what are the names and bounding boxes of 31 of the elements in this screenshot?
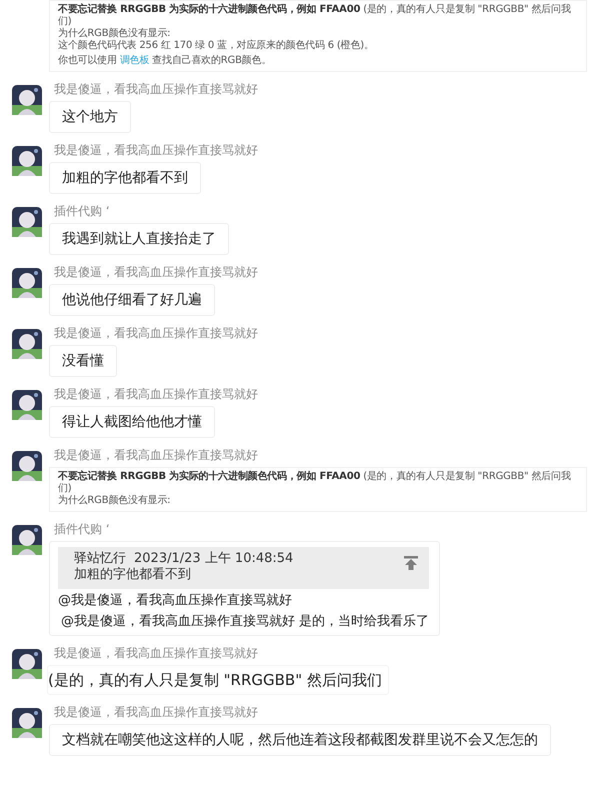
screenshot-text: 不要忘记替换 RRGGBB 为实际的十六进制颜色代码，例如 FFAA00 (是的，真的有人只是复制 "RRGGBB" 然后问我们) (58, 4, 572, 28)
screenshot-text: 这个颜色代码代表 256 红 170 绿 0 蓝，对应原来的颜色代码 6 (橙色)。 (58, 40, 375, 52)
sender-name: 我是傻逼，看我高血压操作直接骂就好 (54, 264, 258, 280)
jump-to-top-icon[interactable] (403, 555, 420, 571)
sender-name: 我是傻逼，看我高血压操作直接骂就好 (54, 704, 258, 720)
quote-text: 加粗的字他都看不到 (74, 567, 192, 583)
quote-time: 2023/1/23 上午 10:48:54 (134, 551, 294, 567)
screenshot-text: 为什么RGB颜色没有显示: (58, 495, 172, 507)
sender-name: 我是傻逼，看我高血压操作直接骂就好 (54, 645, 258, 661)
sender-name: 我是傻逼，看我高血压操作直接骂就好 (54, 447, 258, 463)
message-bubble: 文档就在嘲笑他这这样的人呢，然后他连着这段都截图发群里说不会又怎怎的 (49, 724, 551, 756)
sender-name: 我是傻逼，看我高血压操作直接骂就好 (54, 142, 258, 158)
message-bubble: 得让人截图给他他才懂 (49, 406, 215, 438)
screenshot-text: 为什么RGB颜色没有显示: (58, 28, 172, 40)
message-bubble: 他说他仔细看了好几遍 (49, 284, 215, 316)
quote-author: 驿站忆行 (74, 551, 126, 567)
message-bubble: 没看懂 (49, 345, 117, 377)
sender-name: 插件代购 ‘ (54, 521, 110, 537)
sender-name: 我是傻逼，看我高血压操作直接骂就好 (54, 81, 258, 97)
message-bubble: 这个地方 (49, 101, 131, 133)
quoted-message[interactable]: 驿站忆行 2023/1/23 上午 10:48:54 加粗的字他都看不到 (58, 547, 430, 589)
sender-name: 我是傻逼，看我高血压操作直接骂就好 (54, 325, 258, 341)
message-bubble: 加粗的字他都看不到 (49, 162, 201, 194)
reply-text: @我是傻逼，看我高血压操作直接骂就好 是的，当时给我看乐了 (60, 613, 430, 631)
screenshot-text: 你也可以使用 调色板 查找自己喜欢的RGB颜色。 (58, 55, 272, 67)
sender-name: 我是傻逼，看我高血压操作直接骂就好 (54, 386, 258, 402)
sender-name: 插件代购 ‘ (54, 203, 110, 219)
message-bubble: 我遇到就让人直接抬走了 (49, 223, 229, 255)
screenshot-text: 不要忘记替换 RRGGBB 为实际的十六进制颜色代码，例如 FFAA00 (是的，真的有人只是复制 "RRGGBB" 然后问我们) (58, 471, 572, 494)
message-bubble: (是的，真的有人只是复制 "RRGGBB" 然后问我们 (47, 665, 389, 695)
reply-text: @我是傻逼，看我高血压操作直接骂就好 (58, 592, 293, 610)
